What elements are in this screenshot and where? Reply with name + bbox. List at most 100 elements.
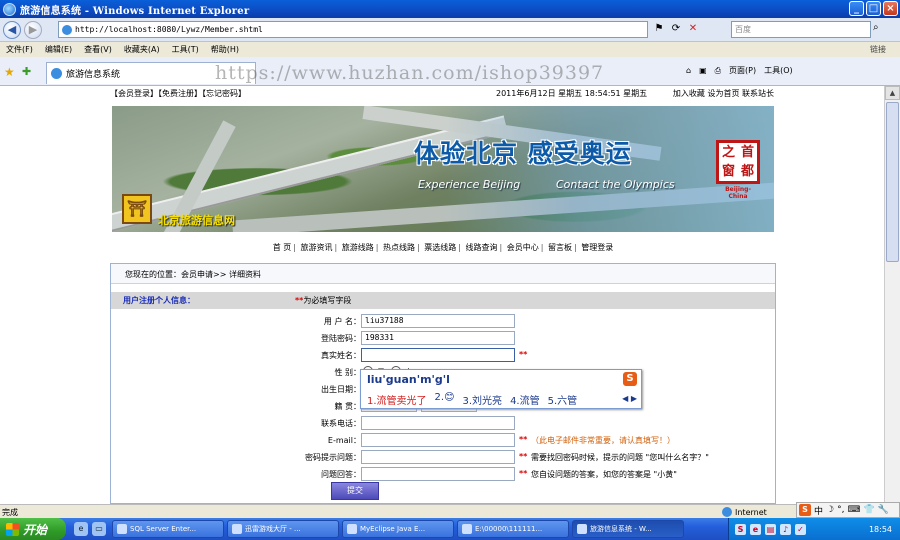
menu-file[interactable]: 文件(F) xyxy=(6,44,33,55)
print-icon[interactable]: ⎙ xyxy=(715,66,721,76)
task-sql-server[interactable]: SQL Server Enter... xyxy=(112,520,224,538)
network-tray-icon[interactable]: ▤ xyxy=(765,523,776,535)
start-button[interactable]: 开始 xyxy=(0,518,66,540)
ime-candidate[interactable]: 4.流管 xyxy=(510,392,540,407)
tab-page-icon xyxy=(51,68,62,79)
search-input[interactable]: 百度 xyxy=(731,21,871,38)
task-xunlei[interactable]: 迅雷游戏大厅 - ... xyxy=(227,520,339,538)
favorite-home-contact-links[interactable]: 加入收藏 设为首页 联系站长 xyxy=(673,88,774,99)
row-phone: 联系电话： xyxy=(111,416,775,431)
stop-icon[interactable]: ✕ xyxy=(686,22,700,36)
windows-flag-icon xyxy=(6,522,19,536)
task-icon xyxy=(117,524,127,534)
password-label: 登陆密码： xyxy=(321,334,361,343)
ie-quicklaunch-icon[interactable]: e xyxy=(74,522,88,536)
ie-icon xyxy=(3,2,16,16)
password-input[interactable]: 198331 xyxy=(361,331,515,345)
scroll-thumb[interactable] xyxy=(886,102,899,262)
ime-pager[interactable]: ◀ ▶ xyxy=(622,394,637,403)
scroll-up-icon[interactable]: ▲ xyxy=(885,86,900,100)
status-bar: 完成 Internet xyxy=(0,504,900,518)
menu-edit[interactable]: 编辑(E) xyxy=(45,44,72,55)
ime-candidate[interactable]: 5.六管 xyxy=(548,392,578,407)
links-label[interactable]: 链接 xyxy=(870,44,886,55)
forward-button[interactable]: ▶ xyxy=(24,20,42,39)
required-mark: ** xyxy=(519,435,528,444)
window-title: 旅游信息系统 - Windows Internet Explorer xyxy=(20,5,250,17)
menu-favorites[interactable]: 收藏夹(A) xyxy=(124,44,160,55)
ime-candidate[interactable]: 2.😊 xyxy=(435,392,455,407)
menu-bar: 文件(F) 编辑(E) 查看(V) 收藏夹(A) 工具(T) 帮助(H) 链接 xyxy=(0,42,900,57)
menu-tools[interactable]: 工具(T) xyxy=(172,44,199,55)
site-name: 北京旅游信息网 xyxy=(158,214,235,227)
ie-tray-icon[interactable]: e xyxy=(750,523,761,535)
ime-skin-icon[interactable]: 👕 xyxy=(863,505,874,515)
menu-view[interactable]: 查看(V) xyxy=(84,44,112,55)
task-ie-travel-system[interactable]: 旅游信息系统 - W... xyxy=(572,520,684,538)
address-bar[interactable]: http://localhost:8080/Lywz/Member.shtml xyxy=(58,21,648,38)
search-icon[interactable]: ⌕ xyxy=(873,22,879,33)
site-top-links: 【会员登录】【免费注册】【忘记密码】 2011年6月12日 星期五 18:54:… xyxy=(110,88,774,99)
nav-news[interactable]: 旅游资讯 xyxy=(301,243,333,252)
command-bar: ⌂ ▣ ⎙ 页面(P) 工具(O) xyxy=(686,65,793,76)
status-text: 完成 xyxy=(2,508,18,517)
minimize-button[interactable]: _ xyxy=(849,1,864,16)
submit-button[interactable]: 提交 xyxy=(331,482,379,500)
task-explorer-folder[interactable]: E:\00000\111111... xyxy=(457,520,569,538)
ime-keyboard-icon[interactable]: ⌨ xyxy=(847,505,860,515)
required-mark: ** xyxy=(519,469,528,478)
phone-label: 联系电话： xyxy=(321,419,361,428)
answer-input[interactable] xyxy=(361,467,515,481)
security-tray-icon[interactable]: ✓ xyxy=(795,523,806,535)
favorites-star-icon[interactable]: ★ xyxy=(4,65,15,79)
clock[interactable]: 18:54 xyxy=(869,525,892,534)
nav-routes[interactable]: 旅游线路 xyxy=(342,243,374,252)
nav-home[interactable]: 首 页 xyxy=(273,243,292,252)
desktop-quicklaunch-icon[interactable]: ▭ xyxy=(92,522,106,536)
task-myeclipse[interactable]: MyEclipse Java E... xyxy=(342,520,454,538)
nav-vote-routes[interactable]: 票选线路 xyxy=(424,243,456,252)
compat-icon[interactable]: ⚑ xyxy=(652,22,666,36)
username-label: 用 户 名： xyxy=(323,317,361,326)
feeds-icon[interactable]: ▣ xyxy=(699,66,707,75)
seal-caption: Beijing-China xyxy=(725,186,751,200)
phone-input[interactable] xyxy=(361,416,515,430)
back-button[interactable]: ◀ xyxy=(3,20,21,39)
question-input[interactable] xyxy=(361,450,515,464)
volume-tray-icon[interactable]: ♪ xyxy=(780,523,791,535)
nav-hot-routes[interactable]: 热点线路 xyxy=(383,243,415,252)
nav-member-center[interactable]: 会员中心 xyxy=(507,243,539,252)
ime-punct-icon[interactable]: °, xyxy=(837,505,844,515)
question-hint: 需要找回密码时候，提示的问题 "您叫什么名字？" xyxy=(531,453,709,462)
ime-candidate[interactable]: 1.流管卖光了 xyxy=(367,392,427,407)
vertical-scrollbar[interactable]: ▲ xyxy=(884,86,900,504)
watermark-text: https://www.huzhan.com/ishop39397 xyxy=(215,62,605,84)
username-input[interactable]: liu37188 xyxy=(361,314,515,328)
row-email: E-mail： ** （此电子邮件非常重要，请认真填写！） xyxy=(111,433,775,448)
menu-help[interactable]: 帮助(H) xyxy=(211,44,239,55)
member-links[interactable]: 【会员登录】【免费注册】【忘记密码】 xyxy=(110,88,246,99)
page-menu[interactable]: 页面(P) xyxy=(729,65,756,76)
ime-settings-icon[interactable]: 🔧 xyxy=(878,505,889,515)
site-logo-icon: ⛩ xyxy=(122,194,152,224)
close-button[interactable]: × xyxy=(883,1,898,16)
refresh-icon[interactable]: ⟳ xyxy=(669,22,683,36)
realname-input[interactable] xyxy=(361,348,515,362)
add-favorite-icon[interactable]: ✚ xyxy=(22,65,31,78)
maximize-button[interactable]: □ xyxy=(866,1,881,16)
home-icon[interactable]: ⌂ xyxy=(686,66,691,75)
nav-admin-login[interactable]: 管理登录 xyxy=(581,243,613,252)
ime-chinese-mode[interactable]: 中 xyxy=(814,504,823,517)
banner-subtitle-1: Experience Beijing xyxy=(418,178,521,191)
email-label: E-mail： xyxy=(327,436,361,445)
nav-guestbook[interactable]: 留言板 xyxy=(548,243,572,252)
email-input[interactable] xyxy=(361,433,515,447)
nav-route-search[interactable]: 线路查询 xyxy=(466,243,498,252)
tools-menu[interactable]: 工具(O) xyxy=(764,65,793,76)
ime-halfwidth-icon[interactable]: ☽ xyxy=(826,505,834,515)
system-tray: S e ▤ ♪ ✓ 18:54 xyxy=(728,518,900,540)
sogou-tray-icon[interactable]: S xyxy=(735,523,746,535)
ime-candidate[interactable]: 3.刘光亮 xyxy=(463,392,503,407)
sogou-icon[interactable]: S xyxy=(799,504,811,516)
row-password: 登陆密码： 198331 xyxy=(111,331,775,346)
